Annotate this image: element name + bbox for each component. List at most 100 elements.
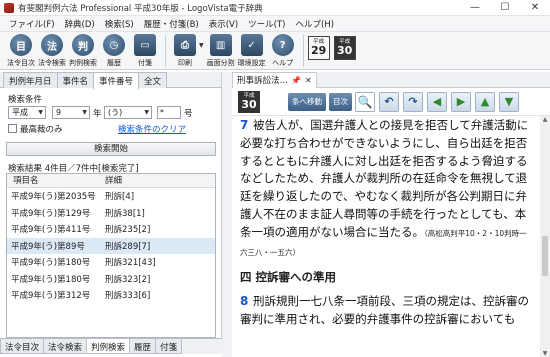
start-search-button[interactable]: 検索開始 <box>6 142 216 156</box>
scroll-up-icon[interactable]: ▲ <box>475 91 495 112</box>
case-search-button[interactable]: 判 判例検索 <box>68 32 98 70</box>
print-button[interactable]: ⎙ 印刷 <box>170 32 200 70</box>
bottom-tab-law-search[interactable]: 法令検索 <box>43 339 88 354</box>
column-item-name[interactable]: 項目名 <box>7 174 99 187</box>
era-select[interactable]: 平成 ▼ <box>8 106 46 119</box>
settings-icon: ✓ <box>240 34 263 56</box>
tab-full-text[interactable]: 全文 <box>138 72 168 88</box>
document-tab[interactable]: 刑事訴訟法… 📌 ✕ <box>232 71 317 88</box>
table-row[interactable]: 平成9年(う)第2035号 刑訴[4] <box>7 188 215 205</box>
law-toc-icon: 目 <box>10 34 32 56</box>
paragraph-8: 8 刑訴規則一七八条一項前段、三項の規定は、控訴審の審判に準用され、必要的弁護事件… <box>240 293 529 327</box>
column-detail[interactable]: 詳細 <box>99 174 122 187</box>
next-article-icon[interactable]: ▶ <box>451 91 471 112</box>
menu-tools[interactable]: ツール(T) <box>243 18 290 30</box>
help-icon: ? <box>271 34 294 56</box>
app-icon <box>4 2 14 13</box>
search-icon[interactable]: 🔍 <box>355 91 375 112</box>
chevron-down-icon: ▼ <box>82 109 87 116</box>
clear-conditions-link[interactable]: 検索条件のクリア <box>118 123 186 135</box>
result-list: 項目名 詳細 平成9年(う)第2035号 刑訴[4] 平成9年(う)第129号 … <box>6 173 216 338</box>
result-header: 項目名 詳細 <box>7 174 215 188</box>
menu-search[interactable]: 検索(S) <box>100 18 139 30</box>
tab-case-number[interactable]: 事件番号 <box>93 72 140 89</box>
chevron-down-icon: ▼ <box>144 109 149 116</box>
case-search-icon: 判 <box>72 34 94 56</box>
toc-button[interactable]: 目次 <box>329 92 352 111</box>
case-number-input[interactable]: * <box>157 106 181 119</box>
bookmark-button[interactable]: ▭ 付箋 <box>130 32 160 70</box>
toolbar-separator <box>302 35 304 67</box>
menu-history-bookmarks[interactable]: 履歴・付箋(B) <box>139 18 204 30</box>
menu-dictionary[interactable]: 辞典(D) <box>60 18 100 30</box>
paragraph-7: 7 被告人が、国選弁護人との接見を拒否して弁護活動に必要な打ち合わせができないよう… <box>240 117 529 257</box>
split-screen-button[interactable]: ▥ 画面分割 <box>206 32 236 70</box>
window-title: 有斐閣判例六法 Professional 平成30年版 - LogoVista電… <box>18 3 263 14</box>
prev-article-icon[interactable]: ◀ <box>427 91 447 112</box>
document-pane: 刑事訴訟法… 📌 ✕ 平成 30 条へ移動 目次 🔍 ↶ ↷ ◀ ▶ ▲ ▼ 7… <box>232 71 550 357</box>
year-select[interactable]: 9 ▼ <box>52 106 90 119</box>
case-code-select[interactable]: (う) ▼ <box>104 106 152 119</box>
menu-help[interactable]: ヘルプ(H) <box>291 18 340 30</box>
history-button[interactable]: ◷ 履歴 <box>99 32 129 70</box>
pin-icon[interactable]: 📌 <box>291 76 301 85</box>
annotation-link[interactable]: 7 <box>240 117 253 132</box>
split-screen-icon: ▥ <box>209 34 232 56</box>
table-row[interactable]: 平成9年(う)第312号 刑訴333[6] <box>7 287 215 304</box>
maximize-button[interactable]: ☐ <box>490 0 520 16</box>
bottom-tab-bar: 法令目次 法令検索 判例検索 履歴 付箋 <box>0 338 222 354</box>
tab-judgment-date[interactable]: 判例年月日 <box>3 72 58 88</box>
annotation-link[interactable]: 8 <box>240 293 253 308</box>
conditions-label: 検索条件 <box>8 95 43 105</box>
year-label: 年 <box>93 109 102 119</box>
table-row[interactable]: 平成9年(う)第411号 刑訴235[2] <box>7 221 215 238</box>
edition-h30-button[interactable]: 平成 30 <box>333 36 356 60</box>
supreme-court-only-checkbox[interactable] <box>8 124 17 133</box>
close-icon[interactable]: ✕ <box>305 76 312 85</box>
printer-icon: ⎙ <box>174 34 196 56</box>
number-label: 号 <box>184 109 193 119</box>
chevron-down-icon: ▼ <box>38 109 43 116</box>
scroll-thumb[interactable] <box>542 236 548 276</box>
close-button[interactable]: ✕ <box>520 0 550 16</box>
document-toolbar: 平成 30 条へ移動 目次 🔍 ↶ ↷ ◀ ▶ ▲ ▼ <box>232 88 550 116</box>
search-pane: 判例年月日 事件名 事件番号 全文 検索条件 平成 ▼ 9 ▼ 年 (う) ▼ * 号… <box>0 72 222 342</box>
scroll-down-icon[interactable]: ▼ <box>499 91 519 112</box>
document-body: 7 被告人が、国選弁護人との接見を拒否して弁護活動に必要な打ち合わせができないよう… <box>232 116 550 357</box>
redo-icon[interactable]: ↷ <box>403 91 423 112</box>
clock-icon: ◷ <box>103 34 125 56</box>
bottom-tab-law-toc[interactable]: 法令目次 <box>0 339 45 354</box>
scroll-up-arrow-icon[interactable]: ▲ <box>540 116 550 123</box>
section-heading: 四 控訴審への準用 <box>240 270 337 285</box>
bottom-tab-bookmarks[interactable]: 付箋 <box>155 339 183 354</box>
settings-button[interactable]: ✓ 環境設定 <box>237 32 267 70</box>
pane-splitter[interactable] <box>222 72 232 357</box>
print-dropdown-icon[interactable]: ▼ <box>199 42 204 49</box>
table-row[interactable]: 平成9年(う)第129号 刑訴38[1] <box>7 205 215 222</box>
edition-badge: 平成 30 <box>238 90 260 113</box>
title-bar: 有斐閣判例六法 Professional 平成30年版 - LogoVista電… <box>0 0 550 16</box>
help-button[interactable]: ? ヘルプ <box>268 32 298 70</box>
jump-to-article-button[interactable]: 条へ移動 <box>288 92 326 111</box>
table-row-selected[interactable]: 平成9年(う)第89号 刑訴289[7] <box>7 237 215 254</box>
bottom-tab-history[interactable]: 履歴 <box>129 339 157 354</box>
table-row[interactable]: 平成9年(う)第180号 刑訴321[43] <box>7 254 215 271</box>
minimize-button[interactable]: — <box>460 0 490 16</box>
law-search-icon: 法 <box>41 34 63 56</box>
law-search-button[interactable]: 法 法令検索 <box>37 32 67 70</box>
law-toc-button[interactable]: 目 法令目次 <box>6 32 36 70</box>
main-toolbar: 目 法令目次 法 法令検索 判 判例検索 ◷ 履歴 ▭ 付箋 ⎙ 印刷 ▼ ▥ … <box>0 32 550 70</box>
undo-icon[interactable]: ↶ <box>379 91 399 112</box>
scroll-down-arrow-icon[interactable]: ▼ <box>540 350 550 357</box>
search-type-tabs: 判例年月日 事件名 事件番号 全文 <box>0 72 221 89</box>
vertical-scrollbar[interactable]: ▲ ▼ <box>540 116 550 357</box>
menu-file[interactable]: ファイル(F) <box>4 18 60 30</box>
supreme-court-only-label: 最高裁のみ <box>20 125 63 135</box>
sticky-note-icon: ▭ <box>134 34 156 56</box>
tab-case-name[interactable]: 事件名 <box>56 72 95 88</box>
edition-h29-button[interactable]: 平成 29 <box>307 36 330 60</box>
bottom-tab-case-search[interactable]: 判例検索 <box>86 339 131 354</box>
table-row[interactable]: 平成9年(う)第180号 刑訴323[2] <box>7 271 215 288</box>
toolbar-separator <box>165 35 166 67</box>
menu-view[interactable]: 表示(V) <box>204 18 243 30</box>
